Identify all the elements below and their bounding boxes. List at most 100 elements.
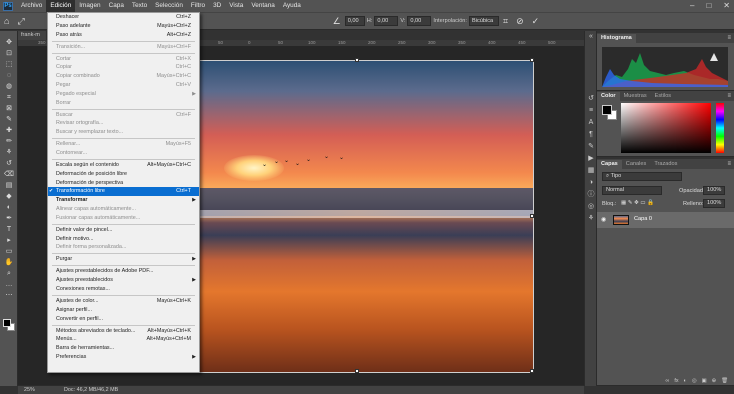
dodge-tool-icon[interactable]: ◐: [0, 202, 18, 213]
menu-item[interactable]: Alinear capas automáticamente...: [48, 205, 199, 214]
commit-transform-icon[interactable]: ✓: [532, 15, 540, 27]
menu-item[interactable]: Definir forma personalizada...: [48, 243, 199, 252]
menu-3d[interactable]: 3D: [209, 0, 225, 12]
color-swatches[interactable]: [3, 319, 15, 331]
menu-item[interactable]: ✔ Transformación libre Ctrl+T: [48, 187, 199, 197]
menu-item[interactable]: Transformar ▶: [48, 196, 199, 205]
tab-layers-1[interactable]: Canales: [622, 160, 651, 169]
tab-color-0[interactable]: Color: [597, 92, 620, 101]
menu-item[interactable]: Definir valor de pincel...: [48, 226, 199, 235]
layer-row[interactable]: ◉ Capa 0: [597, 212, 734, 228]
h-skew-field[interactable]: 0,00: [374, 16, 399, 26]
tab-layers-2[interactable]: Trazados: [650, 160, 681, 169]
zoom-tool-icon[interactable]: ⌕: [0, 268, 18, 279]
menu-item[interactable]: Rellenar... Mayús+F5: [48, 140, 199, 149]
lock-icons[interactable]: ▦ ✎ ✥ ▭ 🔒: [621, 200, 654, 206]
color-picker-field[interactable]: [621, 103, 711, 153]
blur-tool-icon[interactable]: ◆: [0, 191, 18, 202]
more-tools-icon[interactable]: …: [0, 279, 18, 290]
link-layers-icon[interactable]: ∞: [666, 378, 670, 386]
hand-tool-icon[interactable]: ✋: [0, 257, 18, 268]
path-select-tool-icon[interactable]: ▸: [0, 235, 18, 246]
menu-item[interactable]: Deformación de posición libre: [48, 170, 199, 179]
hue-slider[interactable]: [716, 103, 724, 153]
edit-toolbar-icon[interactable]: ⋯: [0, 290, 18, 301]
menu-item[interactable]: Conexiones remotas...: [48, 285, 199, 294]
warp-icon[interactable]: ⌗: [503, 15, 508, 27]
delete-layer-icon[interactable]: 🗑: [721, 378, 728, 386]
move-tool-icon[interactable]: ✥: [0, 37, 18, 48]
transform-handle[interactable]: [355, 58, 359, 62]
doc-size-info[interactable]: Doc: 46,2 MB/46,2 MB: [64, 387, 118, 393]
tab-color-2[interactable]: Estilos: [651, 92, 675, 101]
panel-menu-icon[interactable]: ≡: [727, 92, 731, 101]
menu-item[interactable]: Copiar combinado Mayús+Ctrl+C: [48, 72, 199, 81]
menu-item[interactable]: Copiar Ctrl+C: [48, 63, 199, 72]
foreground-color-swatch[interactable]: [602, 105, 612, 115]
lasso-tool-icon[interactable]: ◌: [0, 70, 18, 81]
layer-name[interactable]: Capa 0: [634, 216, 652, 222]
menu-item[interactable]: Convertir en perfil...: [48, 315, 199, 324]
menu-item[interactable]: Deformación de perspectiva: [48, 179, 199, 188]
menu-item[interactable]: Pegado especial ▶: [48, 90, 199, 99]
brush-tool-icon[interactable]: ✏: [0, 136, 18, 147]
menu-item[interactable]: Transición... Mayús+Ctrl+F: [48, 43, 199, 52]
eraser-tool-icon[interactable]: ⌫: [0, 169, 18, 180]
adjustment-layer-icon[interactable]: ◎: [692, 378, 697, 386]
menu-item[interactable]: Ajustes de color... Mayús+Ctrl+K: [48, 297, 199, 306]
add-mask-icon[interactable]: ◐: [684, 378, 687, 386]
healing-brush-tool-icon[interactable]: ✚: [0, 125, 18, 136]
tab-histogram[interactable]: Histograma: [597, 34, 636, 43]
menu-filtro[interactable]: Filtro: [187, 0, 209, 12]
menu-ayuda[interactable]: Ayuda: [279, 0, 305, 12]
clone-stamp-tool-icon[interactable]: ⚘: [0, 147, 18, 158]
menu-item[interactable]: Ajustes preestablecidos ▶: [48, 276, 199, 285]
menu-capa[interactable]: Capa: [105, 0, 128, 12]
angle-field[interactable]: 0,00: [344, 16, 365, 26]
tab-color-1[interactable]: Muestras: [620, 92, 651, 101]
menu-imagen[interactable]: Imagen: [75, 0, 104, 12]
opacity-field[interactable]: 100%: [703, 186, 725, 195]
menu-item[interactable]: Contornear...: [48, 149, 199, 158]
quick-select-tool-icon[interactable]: ◍: [0, 81, 18, 92]
interpolation-select[interactable]: Bicúbica: [468, 16, 499, 26]
menu-item[interactable]: Buscar y reemplazar texto...: [48, 128, 199, 137]
foreground-color-swatch[interactable]: [3, 319, 11, 327]
menu-archivo[interactable]: Archivo: [17, 0, 46, 12]
eyedropper-tool-icon[interactable]: ✎: [0, 114, 18, 125]
tab-layers-0[interactable]: Capas: [597, 160, 622, 169]
cancel-transform-icon[interactable]: ⊘: [516, 15, 524, 27]
menu-seleccion[interactable]: Selección: [151, 0, 187, 12]
rectangle-tool-icon[interactable]: ▭: [0, 246, 18, 257]
v-skew-field[interactable]: 0,00: [407, 16, 432, 26]
history-brush-tool-icon[interactable]: ↺: [0, 158, 18, 169]
menu-item[interactable]: Deshacer Ctrl+Z: [48, 13, 199, 22]
menu-item[interactable]: Métodos abreviados de teclado... Alt+Mayú…: [48, 327, 199, 336]
crop-tool-icon[interactable]: ⌗: [0, 92, 18, 103]
menu-item[interactable]: Escala según el contenido Alt+Mayús+Ctrl+…: [48, 161, 199, 170]
visibility-eye-icon[interactable]: ◉: [601, 216, 606, 223]
menu-texto[interactable]: Texto: [128, 0, 151, 12]
menu-item[interactable]: Buscar Ctrl+F: [48, 111, 199, 120]
new-group-icon[interactable]: ▣: [702, 378, 707, 386]
menu-item[interactable]: Ajustes preestablecidos de Adobe PDF...: [48, 267, 199, 276]
menu-item[interactable]: Paso adelante Mayús+Ctrl+Z: [48, 22, 199, 31]
menu-item[interactable]: Preferencias ▶: [48, 353, 199, 362]
blend-mode-select[interactable]: Normal: [602, 186, 662, 195]
menu-item[interactable]: Menús... Alt+Mayús+Ctrl+M: [48, 335, 199, 344]
menu-item[interactable]: Fusionar capas automáticamente...: [48, 214, 199, 223]
menu-item[interactable]: Cortar Ctrl+X: [48, 55, 199, 64]
fill-field[interactable]: 100%: [703, 199, 725, 208]
panel-menu-icon[interactable]: ≡: [727, 34, 731, 43]
menu-item[interactable]: Asignar perfil...: [48, 306, 199, 315]
menu-item[interactable]: Revisar ortografía...: [48, 119, 199, 128]
transform-handle[interactable]: [355, 369, 359, 373]
panel-menu-icon[interactable]: ≡: [727, 160, 731, 169]
pen-tool-icon[interactable]: ✒: [0, 213, 18, 224]
gradient-tool-icon[interactable]: ▤: [0, 180, 18, 191]
zoom-level[interactable]: 25%: [24, 387, 52, 393]
fx-icon[interactable]: fx: [674, 378, 678, 386]
transform-handle[interactable]: [530, 214, 534, 218]
new-layer-icon[interactable]: ⊕: [712, 378, 717, 386]
artboard-tool-icon[interactable]: ⊡: [0, 48, 18, 59]
